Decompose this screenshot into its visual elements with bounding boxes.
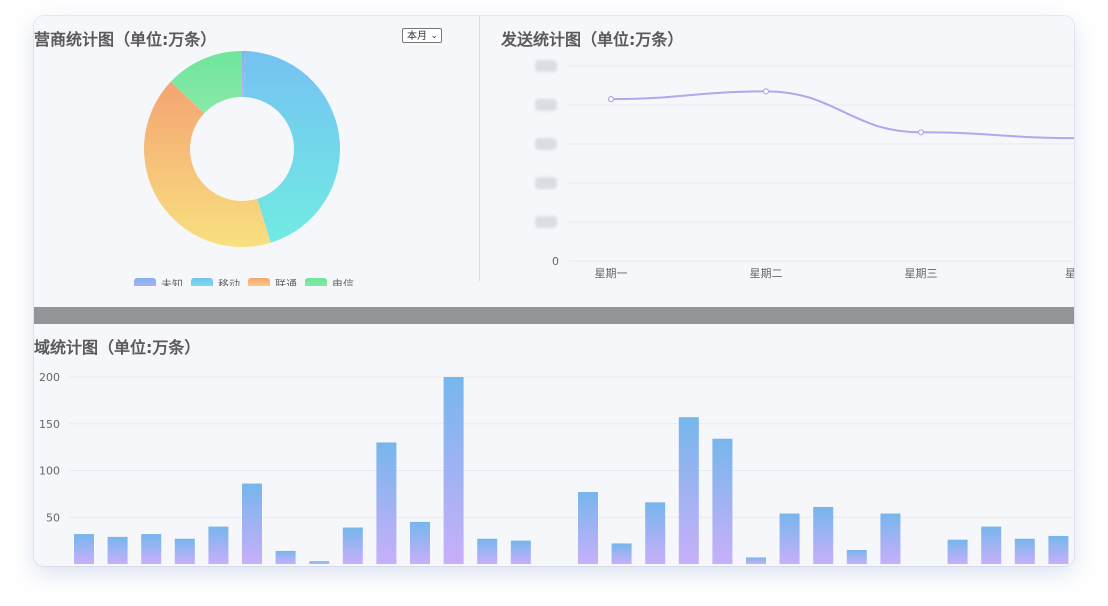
bar-ytick-label: 200 — [39, 371, 60, 384]
region-bar-21[interactable] — [779, 513, 800, 564]
region-bar-10[interactable] — [410, 521, 430, 564]
region-bar-27[interactable] — [981, 526, 1002, 564]
legend-label-1[interactable]: 移动 — [218, 278, 240, 286]
region-bar-8[interactable] — [342, 527, 363, 564]
bar-ytick-label: 100 — [39, 465, 60, 478]
region-bar-28[interactable] — [1014, 538, 1035, 564]
line-ytick-blurred — [535, 99, 557, 111]
region-bar-6[interactable] — [275, 550, 296, 564]
line-ytick-blurred — [535, 60, 557, 72]
month-filter-select[interactable]: 本月 ⌄ — [402, 28, 442, 43]
region-bar-5[interactable] — [242, 483, 262, 564]
line-xtick-label: 星期 — [1065, 267, 1074, 280]
line-xtick-label: 星期三 — [905, 267, 938, 280]
dashboard-card: 营商统计图（单位:万条） 本月 ⌄ 未知 移动 联通 电信 发送统计图（单位:万条） … — [34, 16, 1074, 566]
operator-donut-chart: 未知 移动 联通 电信 — [134, 51, 354, 286]
region-bar-0[interactable] — [74, 534, 94, 564]
send-series-point[interactable] — [917, 129, 925, 136]
region-bar-4[interactable] — [208, 526, 229, 564]
line-ytick-zero: 0 — [552, 255, 559, 268]
send-series-point[interactable] — [762, 88, 770, 95]
month-filter-value: 本月 — [407, 31, 427, 42]
send-chart-title: 发送统计图（单位:万条） — [501, 30, 684, 49]
region-bar-19[interactable] — [712, 438, 733, 564]
line-ytick-blurred — [535, 216, 557, 228]
legend-label-2[interactable]: 联通 — [275, 278, 297, 286]
region-bar-16[interactable] — [611, 543, 632, 564]
region-bar-29[interactable] — [1048, 535, 1069, 564]
send-series-line — [610, 90, 1074, 140]
region-bar-9[interactable] — [376, 442, 397, 564]
region-bar-24[interactable] — [880, 513, 901, 564]
region-bar-22[interactable] — [813, 506, 834, 564]
region-bar-23[interactable] — [846, 549, 867, 564]
chevron-down-icon: ⌄ — [430, 31, 438, 41]
send-series-point[interactable] — [607, 96, 615, 103]
region-bar-26[interactable] — [947, 539, 968, 564]
legend-swatch-2[interactable] — [248, 278, 270, 286]
region-bar-17[interactable] — [645, 502, 666, 564]
region-bar-1[interactable] — [107, 536, 128, 564]
panel-divider — [479, 16, 480, 281]
region-bar-18[interactable] — [678, 417, 699, 564]
region-bar-7[interactable] — [309, 561, 330, 564]
line-xtick-label: 星期一 — [595, 267, 628, 280]
send-line-chart: 0 星期一 星期二 星期三 星期 — [535, 60, 1074, 280]
line-xtick-label: 星期二 — [750, 267, 783, 280]
legend-label-3[interactable]: 电信 — [332, 278, 354, 286]
region-bar-20[interactable] — [746, 557, 766, 564]
legend-swatch-3[interactable] — [305, 278, 327, 286]
section-separator-bar — [34, 307, 1074, 324]
legend-swatch-1[interactable] — [191, 278, 213, 286]
region-chart-title: 域统计图（单位:万条） — [34, 338, 201, 357]
line-ytick-blurred — [535, 138, 557, 150]
line-ytick-blurred — [535, 177, 557, 189]
legend-swatch-0[interactable] — [134, 278, 156, 286]
region-bar-13[interactable] — [510, 540, 531, 564]
bar-ytick-label: 150 — [39, 418, 60, 431]
region-bar-15[interactable] — [578, 492, 598, 564]
region-bar-11[interactable] — [443, 377, 464, 564]
region-bar-2[interactable] — [141, 534, 162, 564]
region-bar-chart: 200 150 100 50 — [39, 371, 1074, 564]
region-bar-12[interactable] — [477, 538, 498, 564]
bar-ytick-label: 50 — [46, 511, 60, 524]
legend-label-0[interactable]: 未知 — [161, 277, 183, 286]
region-bar-3[interactable] — [174, 538, 195, 564]
